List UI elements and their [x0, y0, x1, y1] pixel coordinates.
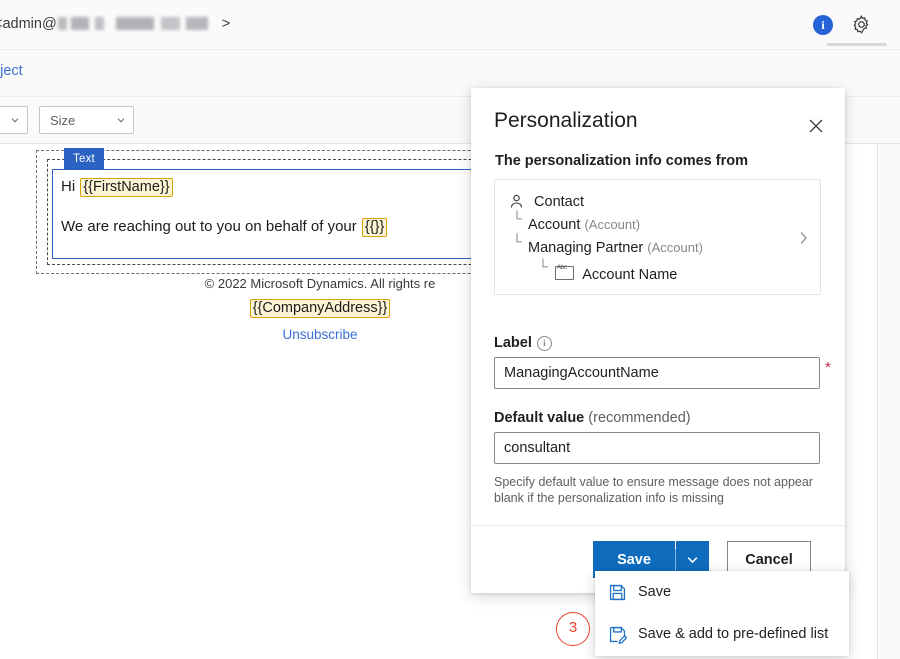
tree-node-account[interactable]: └ Account (Account) [528, 217, 640, 233]
info-icon[interactable]: i [813, 15, 833, 35]
email-header-bar: <admin@> i [0, 0, 900, 50]
menu-item-save-add-predefined[interactable]: Save & add to pre-defined list [595, 613, 849, 655]
tree-node-contact[interactable]: Contact [509, 194, 584, 210]
tree-node-type: (Account) [584, 217, 640, 232]
personalization-token-firstname[interactable]: {{FirstName}} [80, 178, 172, 197]
save-disk-icon [608, 583, 627, 602]
email-line-1[interactable]: Hi {{FirstName}} [61, 178, 174, 197]
canvas-right-gutter [878, 144, 900, 659]
tree-node-account-name[interactable]: └ Account Name [555, 266, 677, 283]
tree-node-managing-partner[interactable]: └ Managing Partner (Account) [528, 240, 703, 256]
tree-node-label: Managing Partner [528, 240, 643, 256]
tree-node-label: Account Name [582, 267, 677, 283]
redacted-domain [58, 17, 221, 30]
save-add-list-icon [608, 625, 627, 644]
save-dropdown-menu: Save Save & add to pre-defined list [595, 571, 849, 656]
step-annotation-3: 3 [556, 612, 590, 646]
from-bracket-close: > [222, 16, 230, 32]
font-size-value: Size [50, 113, 75, 128]
close-icon[interactable] [803, 113, 829, 139]
default-value-suffix: (recommended) [588, 410, 690, 426]
chevron-right-icon[interactable] [799, 231, 808, 250]
chevron-down-icon [686, 553, 699, 566]
block-type-badge: Text [64, 148, 104, 170]
chevron-right-glyph [799, 231, 808, 245]
label-field-text: Label [494, 335, 532, 351]
tree-elbow: └ [512, 233, 522, 249]
source-heading: The personalization info comes from [495, 153, 748, 169]
tree-elbow: └ [538, 258, 548, 274]
email-line-2[interactable]: We are reaching out to you on behalf of … [61, 218, 388, 237]
menu-item-label: Save [638, 584, 671, 600]
personalization-dialog: Personalization The personalization info… [471, 88, 845, 593]
chevron-down-icon [10, 115, 20, 125]
font-size-select[interactable]: Size [39, 106, 134, 134]
menu-item-label: Save & add to pre-defined list [638, 626, 828, 642]
from-address-line: <admin@> [0, 16, 230, 32]
from-address-prefix: admin@ [2, 16, 56, 32]
personalization-token-companyaddress[interactable]: {{CompanyAddress}} [250, 299, 391, 318]
subject-field[interactable]: ubject [0, 63, 23, 79]
personalization-token-empty[interactable]: {{}} [362, 218, 387, 237]
label-input[interactable] [494, 357, 820, 389]
default-value-hint: Specify default value to ensure message … [494, 474, 824, 506]
greeting-text: Hi [61, 178, 79, 195]
close-glyph [809, 119, 823, 133]
chevron-down-icon [116, 115, 126, 125]
font-family-select[interactable] [0, 106, 28, 134]
info-icon[interactable]: i [537, 336, 552, 351]
tree-node-type: (Account) [647, 240, 703, 255]
default-value-field-label: Default value (recommended) [494, 410, 691, 426]
header-actions: i [813, 14, 872, 35]
gear-icon[interactable] [851, 14, 872, 35]
dialog-title: Personalization [494, 109, 638, 133]
email-editor-app: <admin@> i ubject Size B I U A [0, 0, 900, 659]
label-field-label: Labeli [494, 335, 552, 351]
person-icon [509, 194, 524, 209]
default-value-text: Default value [494, 410, 584, 426]
default-value-input[interactable] [494, 432, 820, 464]
header-scrollbar[interactable] [827, 43, 887, 46]
abc-icon [555, 266, 574, 280]
tree-node-label: Account [528, 217, 580, 233]
body-text: We are reaching out to you on behalf of … [61, 218, 361, 235]
tree-elbow: └ [512, 210, 522, 226]
personalization-source-tree[interactable]: Contact └ Account (Account) └ Managing P… [494, 179, 821, 295]
tree-node-label: Contact [534, 194, 584, 210]
menu-item-save[interactable]: Save [595, 571, 849, 613]
required-marker: * [825, 359, 831, 376]
